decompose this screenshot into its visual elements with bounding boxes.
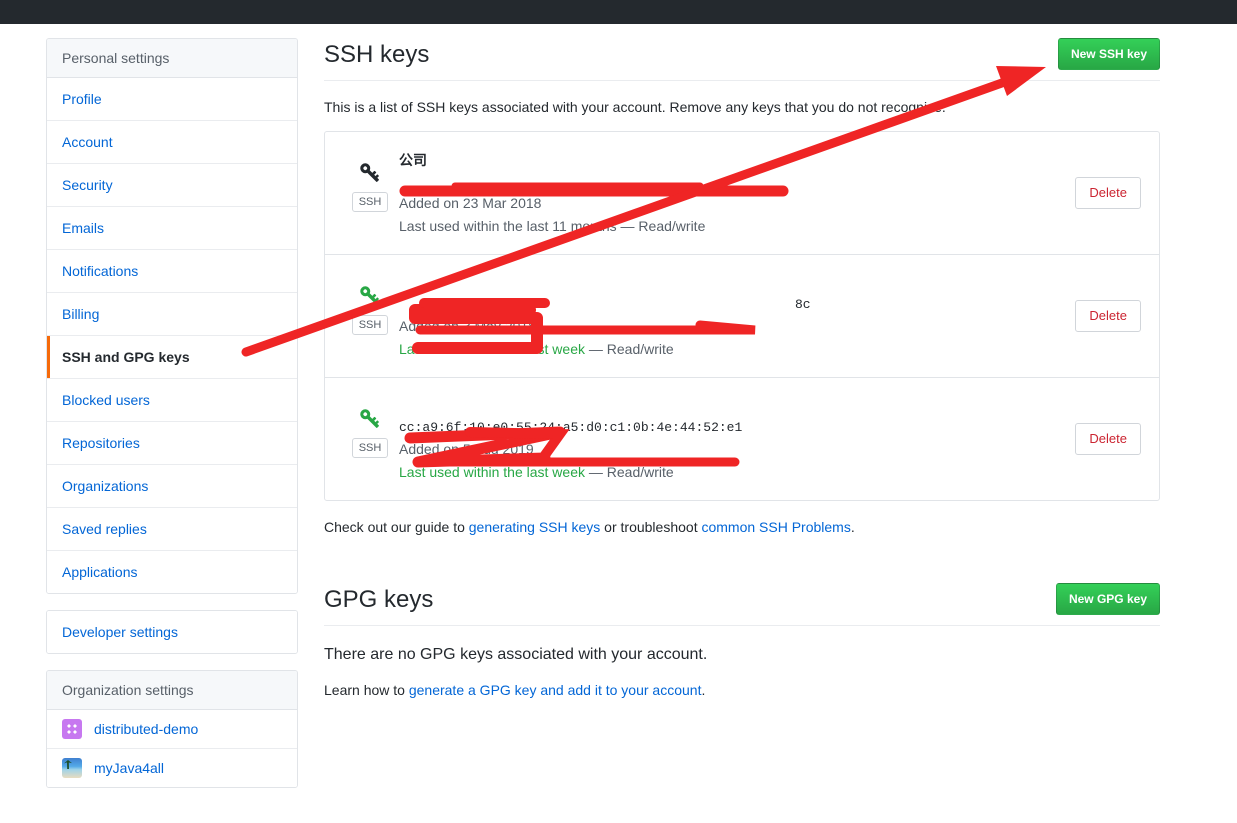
ssh-help-text: Check out our guide to generating SSH ke… [324, 517, 1160, 537]
org-label: distributed-demo [94, 721, 199, 737]
key-access-level: — Read/write [585, 341, 674, 357]
key-icon-column: SSH [341, 148, 399, 212]
key-last-used-text: Last used within the last week [399, 341, 585, 357]
gpg-keys-section-header: GPG keys New GPG key [324, 583, 1160, 626]
ssh-key-row: SSH 8c Added on 3 May 2018 Last used wit… [325, 255, 1159, 378]
sidebar-item-notifications[interactable]: Notifications [47, 250, 297, 293]
sidebar-item-org-myjava4all[interactable]: myJava4all [47, 749, 297, 787]
delete-key-button[interactable]: Delete [1075, 300, 1141, 332]
org-label: myJava4all [94, 760, 165, 776]
gpg-learn-text: Learn how to generate a GPG key and add … [324, 680, 1160, 700]
gpg-section-title: GPG keys [324, 586, 434, 613]
help-middle: or troubleshoot [600, 519, 702, 535]
key-title: 公司 [399, 152, 427, 168]
organization-settings-nav: Organization settings distributed-demo m… [46, 670, 298, 788]
key-added-date: Added on 5 Aug 2019 [399, 441, 534, 457]
help-prefix: Check out our guide to [324, 519, 469, 535]
key-icon [360, 286, 379, 305]
ssh-type-badge: SSH [351, 438, 389, 458]
gpg-empty-message: There are no GPG keys associated with yo… [324, 646, 708, 663]
key-title [399, 273, 1075, 294]
sidebar-item-org-distributed-demo[interactable]: distributed-demo [47, 710, 297, 749]
key-details: cc:a9:6f:10:e0:55:24:a5:d0:c1:0b:4e:44:5… [399, 394, 1075, 484]
ssh-key-row: SSH 公司 Added on 23 Mar 2018 Last used wi… [325, 132, 1159, 255]
sidebar-item-profile[interactable]: Profile [47, 78, 297, 121]
personal-settings-nav: Personal settings Profile Account Securi… [46, 38, 298, 594]
key-fingerprint: cc:a9:6f:10:e0:55:24:a5:d0:c1:0b:4e:44:5… [399, 417, 1075, 438]
new-ssh-key-button[interactable]: New SSH key [1057, 38, 1160, 70]
key-details: 8c Added on 3 May 2018 Last used within … [399, 271, 1075, 361]
page-title: SSH keys [324, 41, 430, 68]
delete-key-button[interactable]: Delete [1075, 177, 1141, 209]
help-suffix: . [850, 519, 855, 535]
sidebar-item-saved-replies[interactable]: Saved replies [47, 508, 297, 551]
gpg-keys-section: GPG keys New GPG key There are no GPG ke… [324, 583, 1160, 700]
ssh-keys-intro-text: This is a list of SSH keys associated wi… [324, 99, 946, 115]
key-icon [360, 409, 379, 428]
ssh-key-row: SSH cc:a9:6f:10:e0:55:24:a5:d0:c1:0b:4e:… [325, 378, 1159, 500]
key-icon-column: SSH [341, 394, 399, 458]
key-last-used: Last used within the last week — Read/wr… [399, 338, 1075, 361]
key-details: 公司 Added on 23 Mar 2018 Last used within… [399, 148, 1075, 238]
key-last-used: Last used within the last 11 months — Re… [399, 215, 1075, 238]
ssh-keys-list: SSH 公司 Added on 23 Mar 2018 Last used wi… [324, 131, 1160, 501]
top-header-bar [0, 0, 1237, 24]
key-icon [360, 163, 379, 182]
key-title [399, 396, 1075, 417]
learn-prefix: Learn how to [324, 682, 409, 698]
organization-settings-header: Organization settings [47, 671, 297, 710]
personal-settings-header: Personal settings [47, 39, 297, 78]
sidebar-item-blocked-users[interactable]: Blocked users [47, 379, 297, 422]
settings-sidebar: Personal settings Profile Account Securi… [46, 38, 298, 804]
developer-settings-nav: Developer settings [46, 610, 298, 654]
key-icon-column: SSH [341, 271, 399, 335]
sidebar-item-ssh-and-gpg-keys[interactable]: SSH and GPG keys [47, 336, 297, 379]
ssh-keys-section-header: SSH keys New SSH key [324, 38, 1160, 81]
learn-suffix: . [701, 682, 706, 698]
org-avatar-icon [62, 758, 82, 778]
sidebar-item-billing[interactable]: Billing [47, 293, 297, 336]
key-added-date: Added on 23 Mar 2018 [399, 195, 542, 211]
key-added-date: Added on 3 May 2018 [399, 318, 536, 334]
key-last-used-text: Last used within the last week [399, 464, 585, 480]
generate-gpg-key-link[interactable]: generate a GPG key and add it to your ac… [409, 682, 702, 698]
org-avatar-icon [62, 719, 82, 739]
common-ssh-problems-link[interactable]: common SSH Problems [701, 519, 850, 535]
key-fingerprint [399, 171, 1075, 192]
sidebar-item-organizations[interactable]: Organizations [47, 465, 297, 508]
sidebar-item-emails[interactable]: Emails [47, 207, 297, 250]
key-access-level: — Read/write [585, 464, 674, 480]
key-fingerprint-tail: 2:e1 [711, 420, 743, 435]
key-fingerprint-text: cc:a9:6f:10:e0:55:24:a5:d0:c1:0b:4e:44:5 [399, 420, 712, 435]
delete-key-button[interactable]: Delete [1075, 423, 1141, 455]
key-access-level: — Read/write [616, 218, 706, 234]
sidebar-item-developer-settings[interactable]: Developer settings [47, 611, 297, 653]
sidebar-item-repositories[interactable]: Repositories [47, 422, 297, 465]
generating-ssh-keys-link[interactable]: generating SSH keys [469, 519, 601, 535]
new-gpg-key-button[interactable]: New GPG key [1055, 583, 1160, 615]
sidebar-item-security[interactable]: Security [47, 164, 297, 207]
ssh-type-badge: SSH [351, 315, 389, 335]
key-fingerprint: 8c [399, 294, 1075, 315]
settings-page: Personal settings Profile Account Securi… [0, 24, 1237, 823]
ssh-type-badge: SSH [351, 192, 389, 212]
key-last-used-text: Last used within the last 11 months [399, 218, 617, 234]
sidebar-item-applications[interactable]: Applications [47, 551, 297, 593]
sidebar-item-account[interactable]: Account [47, 121, 297, 164]
key-last-used: Last used within the last week — Read/wr… [399, 461, 1075, 484]
main-content: SSH keys New SSH key This is a list of S… [324, 38, 1160, 700]
key-fingerprint-tail: 8c [795, 297, 811, 312]
